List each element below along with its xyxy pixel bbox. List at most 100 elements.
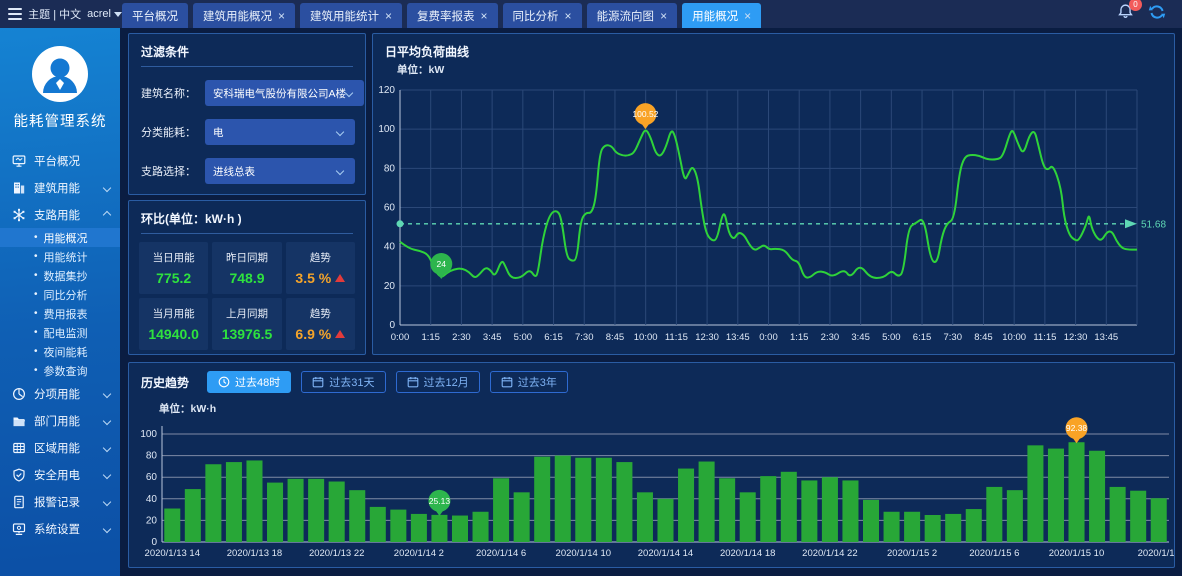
sidebar-item-building-energy[interactable]: 建筑用能	[0, 174, 120, 201]
sidebar-item-electrical-safety[interactable]: 安全用电	[0, 461, 120, 488]
tab-rate-report[interactable]: 复费率报表×	[407, 3, 498, 28]
svg-text:20: 20	[146, 515, 158, 526]
tab-building-energy-overview[interactable]: 建筑用能概况×	[193, 3, 295, 28]
svg-text:2020/1/13 14: 2020/1/13 14	[145, 548, 200, 559]
bar	[596, 458, 612, 542]
bar	[822, 477, 838, 542]
energy-type-select[interactable]: 电	[205, 119, 355, 145]
branch-select[interactable]: 进线总表	[205, 158, 355, 184]
theme-language-label[interactable]: 主题 | 中文	[28, 6, 81, 22]
chevron-down-icon	[103, 183, 111, 191]
trend-up-icon	[335, 330, 345, 338]
stat-today-usage: 当日用能 775.2	[139, 242, 208, 294]
tab-platform-overview[interactable]: 平台概况	[122, 3, 188, 28]
tab-yoy-analysis[interactable]: 同比分析×	[503, 3, 582, 28]
folder-icon	[12, 414, 26, 428]
bar	[411, 514, 427, 542]
bar	[699, 462, 715, 542]
bar	[308, 479, 324, 542]
svg-text:6:15: 6:15	[544, 332, 563, 343]
svg-text:2:30: 2:30	[821, 332, 840, 343]
chevron-down-icon	[103, 443, 111, 451]
bar	[370, 507, 386, 542]
close-icon[interactable]: ×	[385, 10, 392, 22]
bar	[575, 458, 591, 542]
calendar-icon	[501, 376, 513, 388]
report-icon	[12, 495, 26, 509]
svg-text:24: 24	[437, 259, 447, 269]
sidebar-subitem-energy-stats[interactable]: 用能统计	[0, 247, 120, 266]
bar	[185, 489, 201, 542]
calendar-icon	[407, 376, 419, 388]
notifications-button[interactable]: 0	[1117, 3, 1134, 25]
caret-down-icon	[114, 12, 122, 17]
sidebar: 能耗管理系统 平台概况 建筑用能 支路用能 用能概况 用能统计 数据集抄 同比分…	[0, 28, 120, 576]
avatar	[32, 46, 88, 102]
bar	[657, 499, 673, 542]
trend-up-icon	[335, 274, 345, 282]
bar	[164, 509, 180, 542]
svg-text:0:00: 0:00	[391, 332, 410, 343]
svg-text:7:30: 7:30	[944, 332, 963, 343]
stat-day-trend: 趋势 3.5 %	[286, 242, 355, 294]
range-button-31d[interactable]: 过去31天	[301, 371, 385, 393]
close-icon[interactable]: ×	[481, 10, 488, 22]
svg-text:10:00: 10:00	[634, 332, 658, 343]
tab-building-energy-stats[interactable]: 建筑用能统计×	[300, 3, 402, 28]
sidebar-item-subentry-energy[interactable]: 分项用能	[0, 380, 120, 407]
svg-text:12:30: 12:30	[1064, 332, 1088, 343]
tab-energy-usage-overview[interactable]: 用能概况×	[682, 3, 761, 28]
building-name-select[interactable]: 安科瑞电气股份有限公司A楼	[205, 80, 364, 106]
sidebar-subitem-cost-report[interactable]: 费用报表	[0, 304, 120, 323]
stat-yesterday-usage: 昨日同期 748.9	[212, 242, 281, 294]
refresh-button[interactable]	[1148, 4, 1166, 25]
sidebar-item-system-settings[interactable]: 系统设置	[0, 515, 120, 542]
branch-select-label: 支路选择：	[141, 163, 205, 179]
sidebar-subitem-power-monitoring[interactable]: 配电监测	[0, 323, 120, 342]
bar	[1027, 445, 1043, 542]
bar	[1007, 490, 1023, 542]
circuit-icon	[12, 208, 26, 222]
svg-text:80: 80	[146, 451, 158, 462]
close-icon[interactable]: ×	[660, 10, 667, 22]
close-icon[interactable]: ×	[278, 10, 285, 22]
svg-text:6:15: 6:15	[913, 332, 932, 343]
history-bar-chart[interactable]: 0204060801002020/1/13 142020/1/13 182020…	[129, 413, 1174, 567]
hamburger-menu-icon[interactable]	[8, 8, 22, 20]
sidebar-item-platform-overview[interactable]: 平台概况	[0, 147, 120, 174]
bar	[616, 462, 632, 542]
sidebar-subitem-energy-overview[interactable]: 用能概况	[0, 228, 120, 247]
svg-text:11:15: 11:15	[1033, 332, 1056, 343]
sidebar-item-alarm-records[interactable]: 报警记录	[0, 488, 120, 515]
bar	[534, 457, 550, 542]
daily-load-line-chart[interactable]: 0204060801001200:001:152:303:455:006:157…	[373, 58, 1174, 354]
sidebar-item-department-energy[interactable]: 部门用能	[0, 407, 120, 434]
tab-energy-flow[interactable]: 能源流向图×	[587, 3, 678, 28]
range-button-12m[interactable]: 过去12月	[396, 371, 480, 393]
history-panel-title: 历史趋势	[141, 374, 189, 391]
sidebar-subitem-parameter-query[interactable]: 参数查询	[0, 361, 120, 380]
sidebar-item-area-energy[interactable]: 区域用能	[0, 434, 120, 461]
range-button-3y[interactable]: 过去3年	[490, 371, 568, 393]
svg-text:100.52: 100.52	[632, 109, 658, 119]
filter-panel-title: 过滤条件	[129, 34, 365, 66]
range-button-48h[interactable]: 过去48时	[207, 371, 291, 393]
svg-text:120: 120	[378, 85, 395, 96]
svg-text:0: 0	[389, 320, 395, 331]
user-menu[interactable]: acrel	[87, 8, 122, 20]
bar	[1048, 449, 1064, 542]
sidebar-subitem-yoy-analysis[interactable]: 同比分析	[0, 285, 120, 304]
refresh-icon	[1148, 4, 1166, 20]
bar	[740, 492, 756, 542]
svg-text:2020/1/14 6: 2020/1/14 6	[476, 548, 526, 559]
sidebar-subitem-data-collection[interactable]: 数据集抄	[0, 266, 120, 285]
chevron-down-icon	[103, 416, 111, 424]
bar	[329, 482, 345, 542]
svg-text:80: 80	[384, 163, 396, 174]
sidebar-item-branch-energy[interactable]: 支路用能	[0, 201, 120, 228]
close-icon[interactable]: ×	[744, 10, 751, 22]
svg-text:5:00: 5:00	[882, 332, 901, 343]
close-icon[interactable]: ×	[565, 10, 572, 22]
sidebar-subitem-night-energy[interactable]: 夜间能耗	[0, 342, 120, 361]
shield-icon	[12, 468, 26, 482]
